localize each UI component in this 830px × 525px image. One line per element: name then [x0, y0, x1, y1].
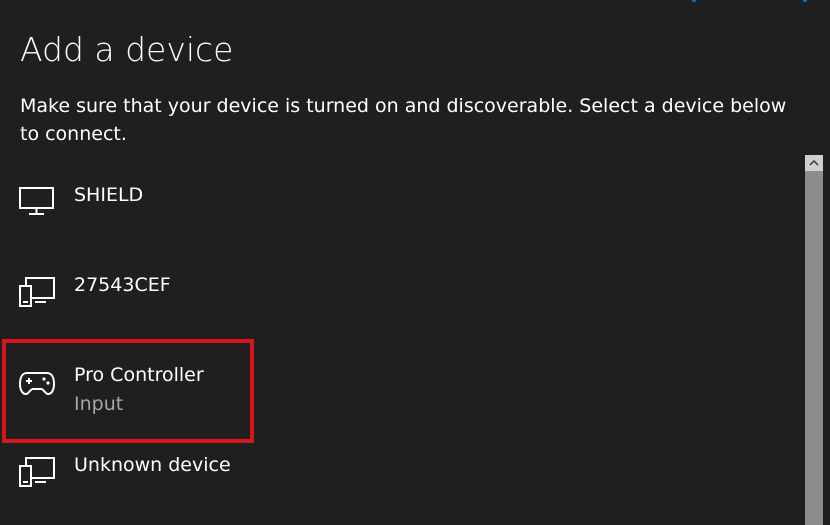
device-type: Input	[74, 393, 124, 415]
vertical-scrollbar[interactable]	[805, 155, 823, 525]
scroll-thumb[interactable]	[805, 171, 823, 525]
monitor-icon	[19, 184, 55, 220]
dialog-title: Add a device	[20, 30, 234, 69]
devices-icon	[19, 274, 55, 310]
device-list: SHIELD 27543CEF Pro Controller Input Unk…	[0, 160, 805, 525]
dialog-description: Make sure that your device is turned on …	[20, 95, 787, 145]
device-name: SHIELD	[74, 184, 144, 206]
loading-dot-left	[692, 0, 699, 5]
scroll-up-button[interactable]	[805, 155, 823, 171]
device-name: 27543CEF	[74, 274, 171, 296]
device-item-shield[interactable]: SHIELD	[0, 160, 805, 250]
device-name: Unknown device	[74, 454, 231, 476]
devices-icon	[19, 454, 55, 490]
device-item-pro-controller[interactable]: Pro Controller Input	[0, 340, 805, 430]
device-name: Pro Controller	[74, 364, 204, 386]
device-item-unknown[interactable]: Unknown device	[0, 430, 805, 520]
add-device-dialog: Add a device Make sure that your device …	[0, 0, 830, 525]
loading-dot-right	[803, 0, 810, 5]
chevron-up-icon	[809, 160, 819, 166]
device-item-27543cef[interactable]: 27543CEF	[0, 250, 805, 340]
gamepad-icon	[18, 364, 56, 400]
window-edge	[823, 0, 830, 525]
